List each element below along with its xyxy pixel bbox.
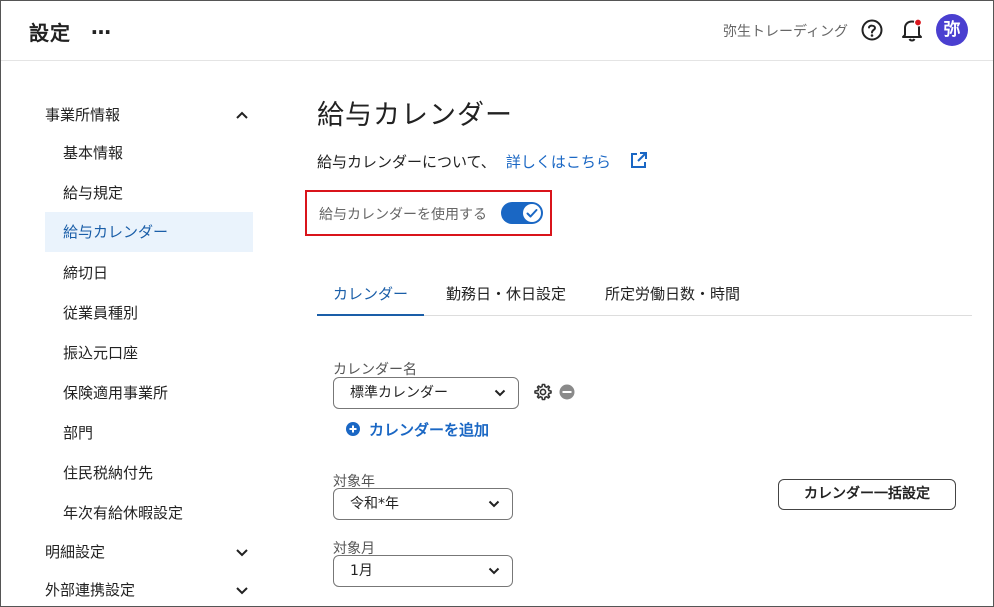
select-value: 令和*年 (350, 496, 399, 512)
toggle-knob (523, 204, 541, 222)
calendar-name-label: カレンダー名 (333, 362, 417, 378)
sidebar-item-closing-date[interactable]: 締切日 (45, 253, 253, 293)
bell-icon[interactable] (901, 18, 923, 42)
sidebar-item-label: 事業所情報 (45, 106, 121, 124)
chevron-down-icon (488, 567, 500, 575)
use-calendar-toggle[interactable] (501, 202, 543, 224)
avatar[interactable]: 弥 (936, 14, 968, 46)
toggle-label: 給与カレンダーを使用する (319, 207, 487, 223)
chevron-down-icon (488, 500, 500, 508)
help-icon[interactable] (861, 19, 883, 41)
sidebar-item-label: 部門 (63, 424, 94, 442)
more-icon[interactable]: … (91, 15, 112, 39)
remove-circle-icon[interactable] (559, 384, 575, 400)
month-select[interactable]: 1月 (333, 555, 513, 587)
about-text: 給与カレンダーについて、 (317, 153, 496, 171)
sidebar-item-basic-info[interactable]: 基本情報 (45, 133, 253, 173)
add-calendar-link[interactable]: カレンダーを追加 (346, 419, 489, 440)
check-icon (526, 209, 538, 218)
sidebar-item-employee-type[interactable]: 従業員種別 (45, 293, 253, 333)
tab-workday-holiday[interactable]: 勤務日・休日設定 (446, 283, 566, 316)
sidebar-item-label: 給与カレンダー (63, 223, 169, 241)
page-header-title: 設定 (29, 21, 71, 45)
company-name[interactable]: 弥生トレーディング (723, 21, 848, 41)
sidebar-item-label: 給与規定 (63, 184, 124, 202)
sidebar-item-payroll-rules[interactable]: 給与規定 (45, 173, 253, 213)
about-line: 給与カレンダーについて、 詳しくはこちら (317, 151, 611, 172)
add-calendar-label: カレンダーを追加 (369, 421, 490, 439)
tab-bar: カレンダー 勤務日・休日設定 所定労働日数・時間 (317, 271, 972, 316)
sidebar-item-label: 年次有給休暇設定 (63, 504, 184, 522)
sidebar-item-paid-leave[interactable]: 年次有給休暇設定 (45, 493, 253, 533)
calendar-bulk-setting-button[interactable]: カレンダー一括設定 (778, 479, 956, 510)
sidebar-item-label: 明細設定 (45, 543, 106, 561)
sidebar-item-label: 基本情報 (63, 144, 124, 162)
chevron-up-icon (236, 111, 248, 119)
sidebar: 事業所情報 基本情報 給与規定 給与カレンダー 締切日 従業員種別 振込元口座 … (1, 61, 261, 606)
plus-circle-icon (346, 422, 360, 436)
sidebar-item-external-settings[interactable]: 外部連携設定 (45, 570, 253, 606)
page-title: 給与カレンダー (317, 100, 513, 131)
sidebar-item-label: 締切日 (63, 264, 109, 282)
gear-icon[interactable] (534, 383, 552, 401)
app-window: 設定 … 弥生トレーディング 弥 事業所情報 基本情報 給与規定 給与カレンダー… (0, 0, 994, 607)
sidebar-item-label: 住民税納付先 (63, 464, 154, 482)
year-select[interactable]: 令和*年 (333, 488, 513, 520)
use-calendar-setting: 給与カレンダーを使用する (305, 190, 552, 236)
chevron-down-icon (236, 549, 248, 557)
sidebar-item-label: 振込元口座 (63, 344, 139, 362)
sidebar-item-payroll-calendar[interactable]: 給与カレンダー (45, 212, 253, 252)
sidebar-item-label: 保険適用事業所 (63, 384, 169, 402)
top-header: 設定 … 弥生トレーディング 弥 (1, 1, 993, 61)
sidebar-item-department[interactable]: 部門 (45, 413, 253, 453)
sidebar-item-label: 従業員種別 (63, 304, 139, 322)
tab-calendar[interactable]: カレンダー (317, 283, 425, 316)
chevron-down-icon (236, 587, 248, 595)
sidebar-item-resident-tax[interactable]: 住民税納付先 (45, 453, 253, 493)
select-value: 標準カレンダー (350, 385, 448, 401)
sidebar-item-label: 外部連携設定 (45, 581, 136, 599)
sidebar-item-office-info[interactable]: 事業所情報 (45, 95, 253, 135)
details-link[interactable]: 詳しくはこちら (506, 153, 611, 171)
sidebar-item-insured-office[interactable]: 保険適用事業所 (45, 373, 253, 413)
external-link-icon[interactable] (629, 151, 648, 170)
sidebar-item-source-account[interactable]: 振込元口座 (45, 333, 253, 373)
tab-prescribed-hours[interactable]: 所定労働日数・時間 (605, 283, 740, 316)
chevron-down-icon (494, 389, 506, 397)
calendar-name-select[interactable]: 標準カレンダー (333, 377, 519, 409)
sidebar-item-statement-settings[interactable]: 明細設定 (45, 532, 253, 572)
select-value: 1月 (350, 563, 373, 579)
